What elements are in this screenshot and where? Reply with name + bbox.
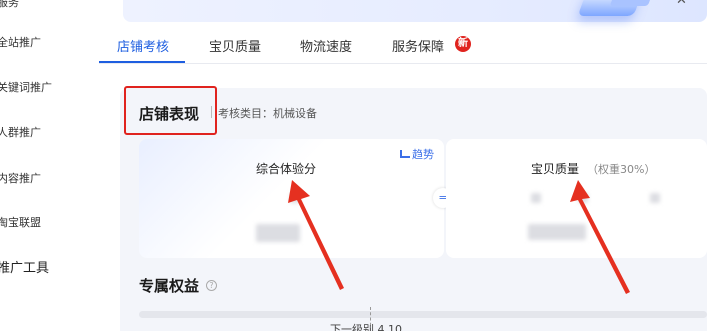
sidebar-item-keyword-promo[interactable]: 关键词推广: [0, 79, 52, 95]
blurred-value: [290, 193, 300, 203]
blurred-value: [531, 193, 541, 203]
level-progress-bar: [139, 311, 707, 318]
sidebar-item-taobao-union[interactable]: 淘宝联盟: [0, 214, 41, 230]
benefits-title: 专属权益: [139, 277, 200, 295]
tab-logistics-speed[interactable]: 物流速度: [300, 36, 352, 55]
close-icon[interactable]: ✕: [676, 0, 687, 8]
tab-shop-assessment[interactable]: 店铺考核: [117, 36, 169, 55]
trend-label: 趋势: [412, 148, 434, 161]
blurred-value: [578, 193, 588, 203]
tab-service-guarantee[interactable]: 服务保障: [392, 36, 444, 55]
active-tab-indicator: [99, 61, 185, 63]
blurred-value: [650, 193, 660, 203]
app-root: 服务 全站推广 关键词推广 人群推广 内容推广 淘宝联盟 推广工具 ✕ 店铺考核…: [0, 0, 707, 331]
sidebar-item-promo-tools[interactable]: 推广工具: [0, 257, 49, 276]
item-quality-label: 宝贝质量: [531, 162, 580, 176]
tab-item-quality[interactable]: 宝贝质量: [209, 36, 261, 55]
help-icon[interactable]: ?: [206, 280, 217, 291]
blurred-score: [528, 224, 586, 240]
highlight-box: [124, 86, 217, 135]
category-label: 考核类目：机械设备: [218, 107, 317, 120]
next-level-label: 下一级别 4.10: [330, 323, 402, 331]
item-quality-card[interactable]: [446, 139, 707, 258]
tab-bar: 店铺考核 宝贝质量 物流速度 服务保障 新: [99, 30, 707, 64]
item-quality-weight: （权重30%）: [587, 163, 656, 176]
title-divider: [211, 106, 212, 118]
sidebar-item-crowd-promo[interactable]: 人群推广: [0, 124, 41, 140]
sidebar-item-content-promo[interactable]: 内容推广: [0, 170, 41, 186]
trend-icon: [400, 150, 410, 158]
trend-link[interactable]: 趋势: [400, 146, 434, 162]
overall-score-label: 综合体验分: [256, 162, 317, 176]
sidebar-item-full-site-promo[interactable]: 全站推广: [0, 34, 41, 50]
banner-illustration-top: [609, 0, 653, 6]
sidebar: 服务 全站推广 关键词推广 人群推广 内容推广 淘宝联盟 推广工具: [0, 0, 96, 331]
blurred-score: [256, 224, 300, 242]
sidebar-item-service[interactable]: 服务: [0, 0, 19, 10]
new-badge: 新: [455, 36, 471, 52]
